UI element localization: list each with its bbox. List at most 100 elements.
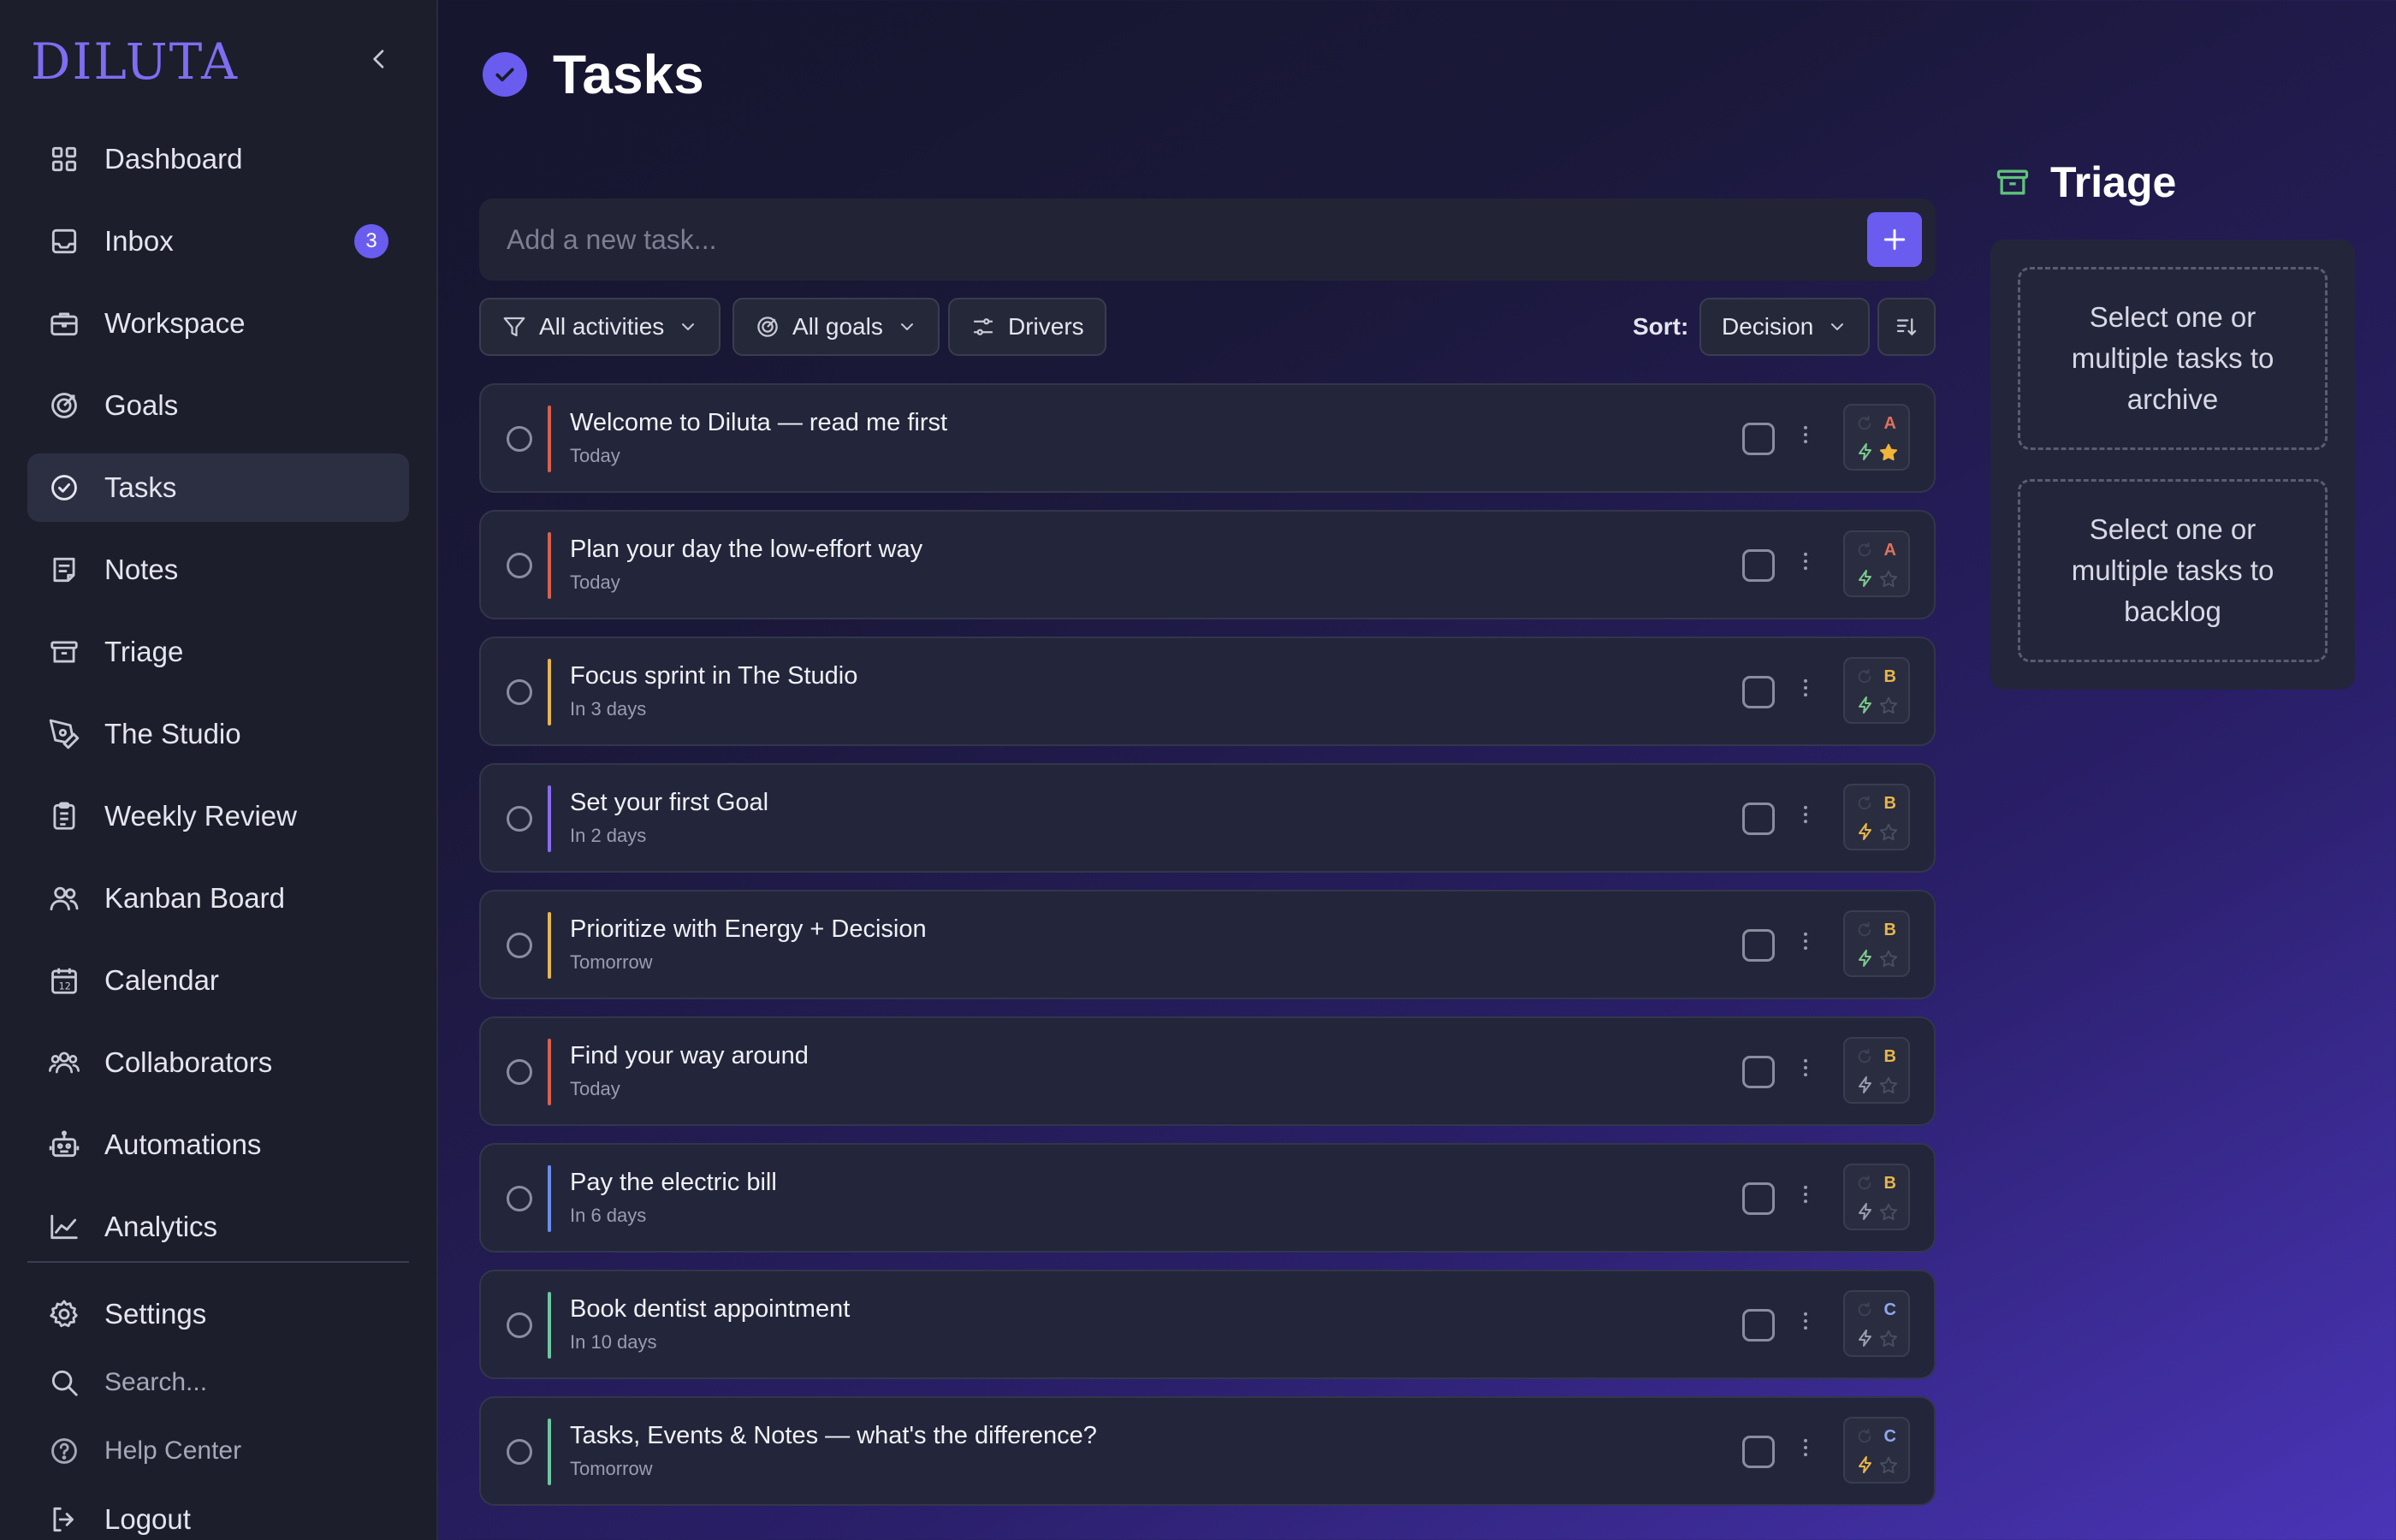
select-task-checkbox[interactable] [1742, 1309, 1775, 1342]
sort-direction-button[interactable] [1877, 298, 1936, 356]
task-priority-badge[interactable]: C [1843, 1417, 1910, 1484]
task-menu-button[interactable] [1790, 926, 1821, 957]
star-icon[interactable] [1877, 695, 1900, 717]
task-priority-badge[interactable]: A [1843, 404, 1910, 471]
sidebar-item-goals[interactable]: Goals [27, 371, 409, 440]
task-menu-button[interactable] [1790, 1052, 1821, 1083]
sort-dropdown[interactable]: Decision [1699, 298, 1871, 356]
task-menu-button[interactable] [1790, 672, 1821, 703]
complete-task-radio[interactable] [507, 1059, 532, 1085]
star-icon[interactable] [1877, 1328, 1900, 1350]
select-task-checkbox[interactable] [1742, 1182, 1775, 1215]
task-row[interactable]: Pay the electric bill In 6 days B [479, 1143, 1936, 1253]
task-row[interactable]: Prioritize with Energy + Decision Tomorr… [479, 890, 1936, 999]
task-priority-badge[interactable]: B [1843, 657, 1910, 724]
task-menu-button[interactable] [1790, 799, 1821, 830]
more-vertical-icon [1804, 1438, 1807, 1457]
backlog-drop-zone[interactable]: Select one or multiple tasks to backlog [2018, 479, 2328, 662]
complete-task-radio[interactable] [507, 1312, 532, 1338]
select-task-checkbox[interactable] [1742, 803, 1775, 835]
task-row[interactable]: Plan your day the low-effort way Today A [479, 510, 1936, 619]
task-menu-button[interactable] [1790, 1179, 1821, 1210]
drivers-button[interactable]: Drivers [948, 298, 1106, 356]
new-task-input[interactable] [479, 198, 1867, 281]
task-row[interactable]: Book dentist appointment In 10 days C [479, 1270, 1936, 1379]
task-priority-badge[interactable]: B [1843, 910, 1910, 977]
task-menu-button[interactable] [1790, 546, 1821, 577]
chevron-left-icon [373, 50, 384, 68]
task-priority-badge[interactable]: C [1843, 1290, 1910, 1357]
star-icon[interactable] [1877, 1075, 1900, 1097]
calendar-icon: 12 [51, 968, 77, 994]
add-task-button[interactable] [1867, 212, 1922, 267]
collapse-sidebar-button[interactable] [358, 38, 400, 80]
complete-task-radio[interactable] [507, 1439, 532, 1465]
star-icon[interactable] [1877, 1454, 1900, 1477]
task-title[interactable]: Plan your day the low-effort way [570, 536, 922, 564]
check-circle-icon [51, 475, 77, 500]
task-row[interactable]: Tasks, Events & Notes — what's the diffe… [479, 1396, 1936, 1506]
select-task-checkbox[interactable] [1742, 676, 1775, 708]
task-list: Welcome to Diluta — read me first Today … [479, 383, 1936, 1523]
task-priority-badge[interactable]: A [1843, 530, 1910, 597]
settings-link[interactable]: Settings [27, 1280, 409, 1348]
task-menu-button[interactable] [1790, 1432, 1821, 1463]
task-priority-badge[interactable]: B [1843, 1037, 1910, 1104]
task-row[interactable]: Set your first Goal In 2 days B [479, 763, 1936, 873]
task-title[interactable]: Focus sprint in The Studio [570, 662, 857, 690]
select-task-checkbox[interactable] [1742, 929, 1775, 962]
select-task-checkbox[interactable] [1742, 423, 1775, 455]
sidebar-item-kanban-board[interactable]: Kanban Board [27, 864, 409, 933]
sidebar-item-label: Calendar [104, 964, 219, 996]
task-title[interactable]: Set your first Goal [570, 789, 768, 817]
task-row[interactable]: Focus sprint in The Studio In 3 days B [479, 637, 1936, 746]
sidebar-item-inbox[interactable]: Inbox 3 [27, 207, 409, 275]
complete-task-radio[interactable] [507, 553, 532, 578]
task-title[interactable]: Prioritize with Energy + Decision [570, 915, 927, 944]
sidebar-item-dashboard[interactable]: Dashboard [27, 125, 409, 193]
select-task-checkbox[interactable] [1742, 549, 1775, 582]
task-menu-button[interactable] [1790, 419, 1821, 450]
complete-task-radio[interactable] [507, 806, 532, 832]
sidebar-item-workspace[interactable]: Workspace [27, 289, 409, 358]
task-title[interactable]: Pay the electric bill [570, 1169, 777, 1197]
sidebar-item-tasks[interactable]: Tasks [27, 453, 409, 522]
task-title[interactable]: Book dentist appointment [570, 1295, 850, 1324]
sidebar-item-calendar[interactable]: 12 Calendar [27, 946, 409, 1015]
task-row[interactable]: Find your way around Today B [479, 1016, 1936, 1126]
sidebar-item-automations[interactable]: Automations [27, 1111, 409, 1179]
activities-filter-dropdown[interactable]: All activities [479, 298, 721, 356]
sidebar-item-analytics[interactable]: Analytics [27, 1193, 409, 1261]
sidebar-item-collaborators[interactable]: Collaborators [27, 1028, 409, 1097]
complete-task-radio[interactable] [507, 1186, 532, 1211]
task-title[interactable]: Welcome to Diluta — read me first [570, 409, 947, 437]
star-icon[interactable] [1877, 568, 1900, 590]
sidebar-item-the-studio[interactable]: The Studio [27, 700, 409, 768]
help-center-link[interactable]: Help Center [27, 1417, 409, 1485]
star-icon[interactable] [1877, 441, 1900, 464]
chevron-down-icon [682, 323, 695, 330]
task-title[interactable]: Tasks, Events & Notes — what's the diffe… [570, 1422, 1097, 1450]
complete-task-radio[interactable] [507, 426, 532, 452]
task-title[interactable]: Find your way around [570, 1042, 809, 1070]
select-task-checkbox[interactable] [1742, 1056, 1775, 1088]
select-task-checkbox[interactable] [1742, 1436, 1775, 1468]
star-icon[interactable] [1877, 948, 1900, 970]
task-priority-badge[interactable]: B [1843, 1164, 1910, 1230]
energy-bolt-icon [1859, 443, 1871, 460]
sidebar-item-triage[interactable]: Triage [27, 618, 409, 686]
complete-task-radio[interactable] [507, 933, 532, 958]
star-icon[interactable] [1877, 821, 1900, 844]
task-row[interactable]: Welcome to Diluta — read me first Today … [479, 383, 1936, 493]
archive-drop-zone[interactable]: Select one or multiple tasks to archive [2018, 267, 2328, 450]
star-icon[interactable] [1877, 1201, 1900, 1223]
task-priority-badge[interactable]: B [1843, 784, 1910, 850]
task-menu-button[interactable] [1790, 1306, 1821, 1336]
goals-filter-dropdown[interactable]: All goals [732, 298, 940, 356]
refresh-icon [1858, 1048, 1871, 1063]
complete-task-radio[interactable] [507, 679, 532, 705]
sidebar-item-notes[interactable]: Notes [27, 536, 409, 604]
logout-link[interactable]: Logout [27, 1485, 409, 1540]
sidebar-search[interactable]: Search... [27, 1348, 409, 1417]
sidebar-item-weekly-review[interactable]: Weekly Review [27, 782, 409, 850]
